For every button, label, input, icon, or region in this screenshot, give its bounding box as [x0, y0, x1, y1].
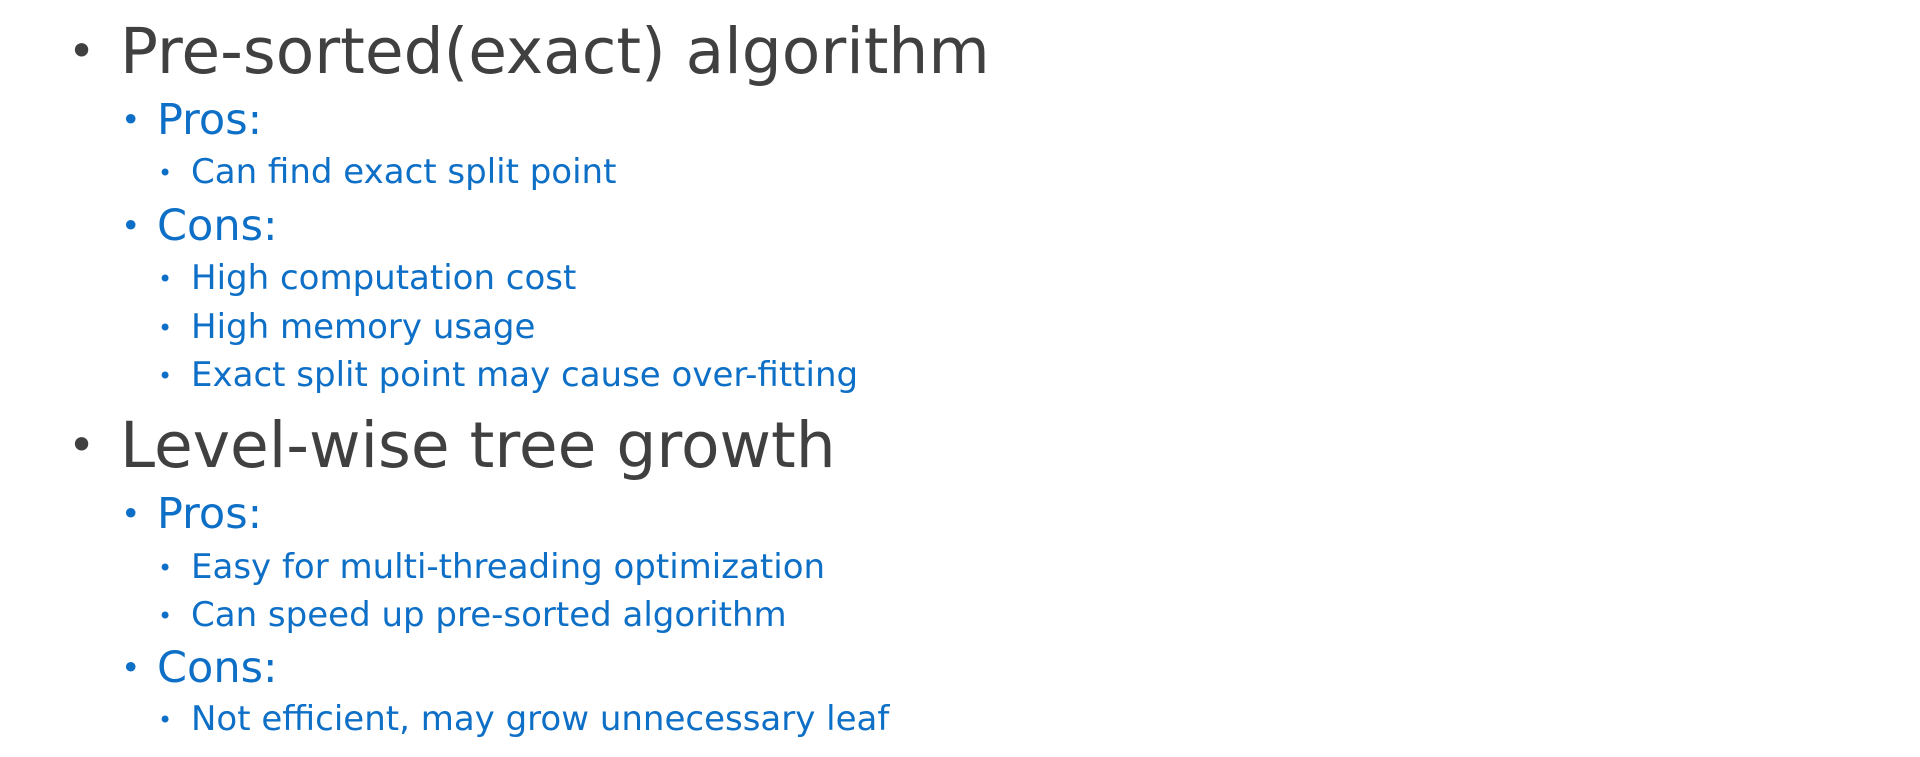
cons-label-text: Cons:	[157, 201, 278, 251]
bullet-icon: •	[121, 648, 141, 687]
bullet-icon: •	[121, 100, 141, 139]
bullet-icon: •	[68, 418, 96, 472]
list-item: • Not efficient, may grow unnecessary le…	[158, 699, 890, 739]
section-heading: • Level-wise tree growth	[68, 414, 836, 477]
list-item-text: High computation cost	[191, 258, 577, 298]
list-item-text: Can find exact split point	[191, 152, 617, 192]
list-item-text: Can speed up pre-sorted algorithm	[191, 595, 787, 635]
pros-label-text: Pros:	[157, 95, 263, 145]
list-item: • Exact split point may cause over-fitti…	[158, 355, 859, 395]
slide: • Pre-sorted(exact) algorithm • Pros: • …	[0, 0, 1920, 757]
list-item-text: Exact split point may cause over-fitting	[191, 355, 859, 395]
section-heading: • Pre-sorted(exact) algorithm	[68, 20, 990, 83]
pros-label-text: Pros:	[157, 489, 263, 539]
pros-label: • Pros:	[121, 493, 262, 536]
bullet-icon: •	[158, 554, 173, 582]
section-heading-text: Pre-sorted(exact) algorithm	[120, 15, 990, 88]
list-item: • Can speed up pre-sorted algorithm	[158, 595, 787, 635]
list-item-text: Easy for multi-threading optimization	[191, 547, 826, 587]
bullet-icon: •	[158, 159, 173, 187]
bullet-icon: •	[121, 206, 141, 245]
list-item: • High memory usage	[158, 307, 536, 347]
bullet-icon: •	[158, 265, 173, 293]
bullet-icon: •	[158, 362, 173, 390]
pros-label: • Pros:	[121, 99, 262, 142]
list-item: • Easy for multi-threading optimization	[158, 547, 826, 587]
list-item: • Can find exact split point	[158, 152, 617, 192]
cons-label: • Cons:	[121, 647, 277, 690]
bullet-icon: •	[158, 314, 173, 342]
list-item: • High computation cost	[158, 258, 577, 298]
bullet-icon: •	[158, 602, 173, 630]
bullet-icon: •	[158, 706, 173, 734]
section-heading-text: Level-wise tree growth	[120, 409, 836, 482]
cons-label-text: Cons:	[157, 643, 278, 693]
list-item-text: High memory usage	[191, 307, 536, 347]
bullet-icon: •	[68, 24, 96, 78]
list-item-text: Not efficient, may grow unnecessary leaf	[191, 699, 890, 739]
cons-label: • Cons:	[121, 205, 277, 248]
bullet-icon: •	[121, 494, 141, 533]
